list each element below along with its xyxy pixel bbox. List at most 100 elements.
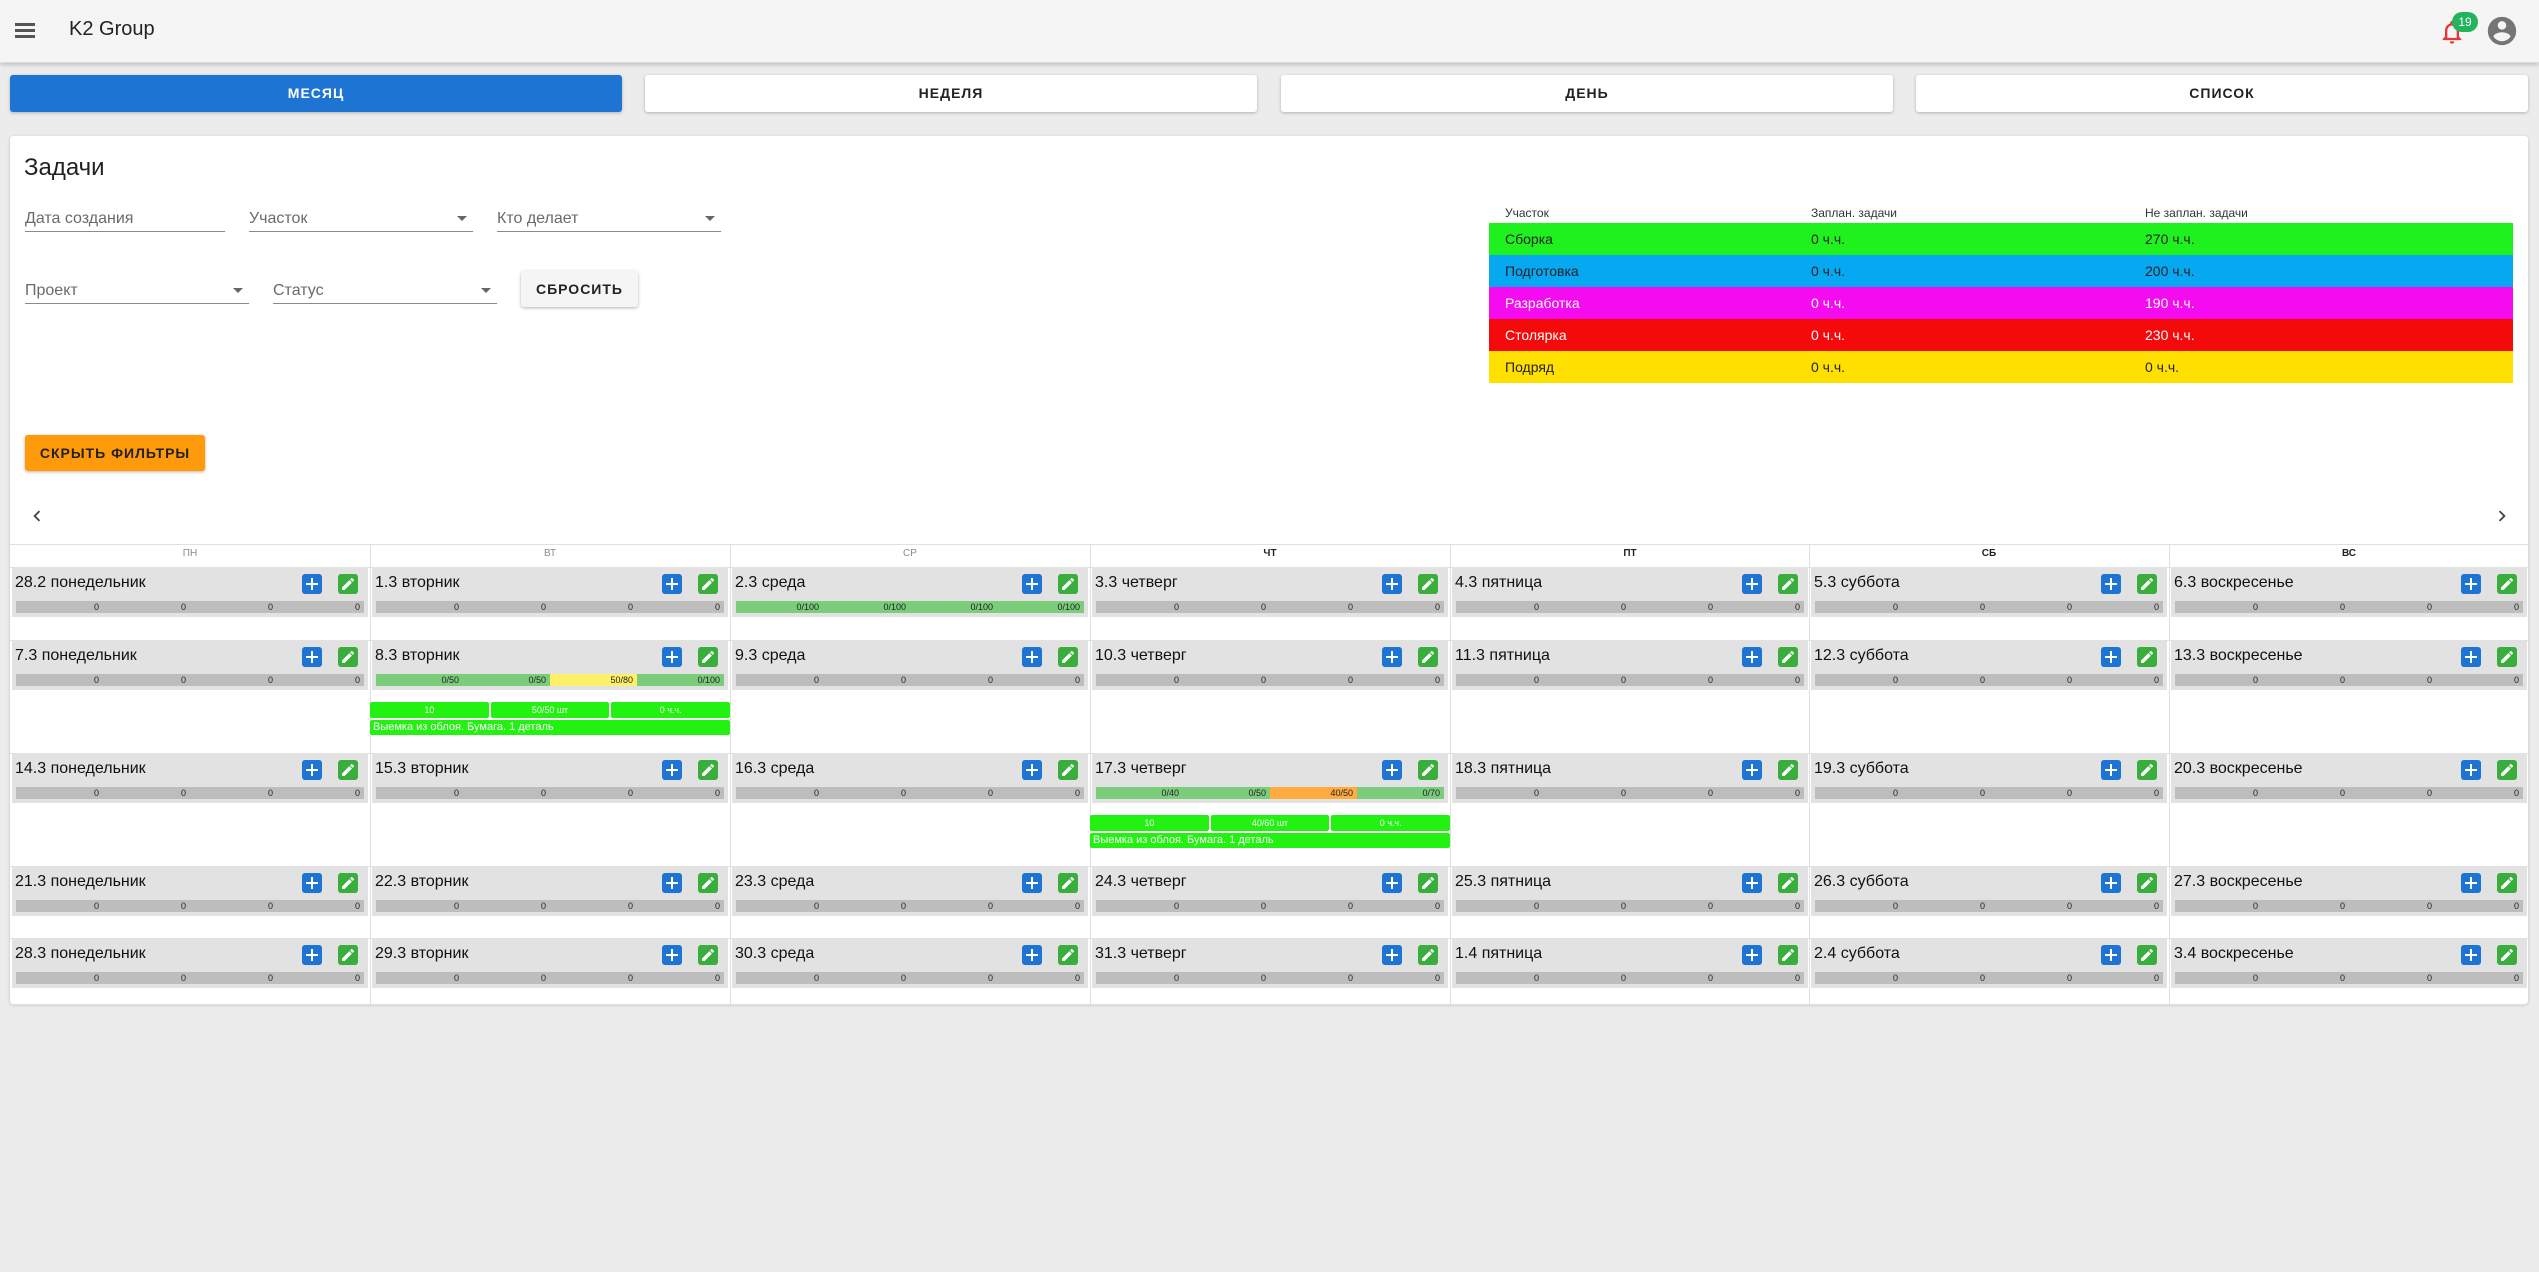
capacity-segment: 0 bbox=[1989, 900, 2076, 912]
add-task-button[interactable] bbox=[1382, 760, 1402, 780]
edit-day-button[interactable] bbox=[1778, 760, 1798, 780]
edit-day-button[interactable] bbox=[338, 647, 358, 667]
section-select[interactable]: Участок bbox=[249, 202, 473, 232]
hide-filters-button[interactable]: СКРЫТЬ ФИЛЬТРЫ bbox=[25, 435, 205, 471]
tab-week[interactable]: НЕДЕЛЯ bbox=[645, 75, 1257, 112]
edit-day-button[interactable] bbox=[698, 574, 718, 594]
grid-line bbox=[10, 544, 2528, 545]
edit-day-button[interactable] bbox=[2497, 647, 2517, 667]
edit-day-button[interactable] bbox=[1418, 574, 1438, 594]
add-task-button[interactable] bbox=[1742, 574, 1762, 594]
add-task-button[interactable] bbox=[1022, 574, 1042, 594]
edit-day-button[interactable] bbox=[2137, 574, 2157, 594]
edit-day-button[interactable] bbox=[1058, 574, 1078, 594]
add-task-button[interactable] bbox=[1742, 760, 1762, 780]
add-task-button[interactable] bbox=[662, 647, 682, 667]
edit-day-button[interactable] bbox=[1418, 760, 1438, 780]
add-task-button[interactable] bbox=[1742, 647, 1762, 667]
day-cell: 24.3 четверг 0 0 0 0 bbox=[1092, 866, 1448, 916]
edit-day-button[interactable] bbox=[338, 873, 358, 893]
pencil-icon bbox=[342, 876, 355, 889]
task-card[interactable]: 10 50/50 шт 0 ч.ч. Выемка из облоя. Бумага.… bbox=[370, 702, 731, 736]
capacity-segment: 0 bbox=[2262, 972, 2349, 984]
edit-day-button[interactable] bbox=[698, 873, 718, 893]
edit-day-button[interactable] bbox=[2137, 873, 2157, 893]
add-task-button[interactable] bbox=[2461, 760, 2481, 780]
edit-day-button[interactable] bbox=[1058, 647, 1078, 667]
edit-day-button[interactable] bbox=[1058, 945, 1078, 965]
add-task-button[interactable] bbox=[1742, 945, 1762, 965]
add-task-button[interactable] bbox=[1382, 873, 1402, 893]
add-task-button[interactable] bbox=[2101, 873, 2121, 893]
add-task-button[interactable] bbox=[302, 945, 322, 965]
add-task-button[interactable] bbox=[1382, 647, 1402, 667]
tab-day[interactable]: ДЕНЬ bbox=[1281, 75, 1893, 112]
task-card[interactable]: 10 40/60 шт 0 ч.ч. Выемка из облоя. Бумага.… bbox=[1090, 815, 1451, 849]
plus-icon bbox=[1026, 651, 1038, 663]
add-task-button[interactable] bbox=[2461, 945, 2481, 965]
created-date-field[interactable]: Дата создания bbox=[25, 202, 225, 232]
plus-icon bbox=[666, 651, 678, 663]
edit-day-button[interactable] bbox=[338, 760, 358, 780]
add-task-button[interactable] bbox=[1382, 945, 1402, 965]
edit-day-button[interactable] bbox=[2137, 760, 2157, 780]
tab-list[interactable]: СПИСОК bbox=[1916, 75, 2528, 112]
add-task-button[interactable] bbox=[2461, 574, 2481, 594]
menu-icon[interactable] bbox=[14, 20, 36, 42]
add-task-button[interactable] bbox=[302, 647, 322, 667]
edit-day-button[interactable] bbox=[338, 945, 358, 965]
edit-day-button[interactable] bbox=[2497, 574, 2517, 594]
edit-day-button[interactable] bbox=[2137, 945, 2157, 965]
edit-day-button[interactable] bbox=[1058, 873, 1078, 893]
add-task-button[interactable] bbox=[1022, 873, 1042, 893]
add-task-button[interactable] bbox=[2461, 647, 2481, 667]
capacity-segment: 0 bbox=[2349, 787, 2436, 799]
add-task-button[interactable] bbox=[2101, 945, 2121, 965]
edit-day-button[interactable] bbox=[698, 760, 718, 780]
edit-day-button[interactable] bbox=[1778, 647, 1798, 667]
edit-day-button[interactable] bbox=[2497, 873, 2517, 893]
tab-month[interactable]: МЕСЯЦ bbox=[10, 75, 622, 112]
day-label: 17.3 четверг bbox=[1095, 760, 1187, 777]
capacity-bar: 0000 bbox=[1096, 900, 1444, 912]
add-task-button[interactable] bbox=[1742, 873, 1762, 893]
add-task-button[interactable] bbox=[302, 760, 322, 780]
add-task-button[interactable] bbox=[2461, 873, 2481, 893]
edit-day-button[interactable] bbox=[1778, 945, 1798, 965]
add-task-button[interactable] bbox=[2101, 760, 2121, 780]
edit-day-button[interactable] bbox=[2497, 760, 2517, 780]
add-task-button[interactable] bbox=[2101, 647, 2121, 667]
add-task-button[interactable] bbox=[662, 873, 682, 893]
add-task-button[interactable] bbox=[1022, 760, 1042, 780]
project-select[interactable]: Проект bbox=[25, 274, 249, 304]
status-select[interactable]: Статус bbox=[273, 274, 497, 304]
edit-day-button[interactable] bbox=[2137, 647, 2157, 667]
add-task-button[interactable] bbox=[302, 873, 322, 893]
edit-day-button[interactable] bbox=[1778, 574, 1798, 594]
capacity-bar: 0000 bbox=[1456, 601, 1804, 613]
add-task-button[interactable] bbox=[1022, 647, 1042, 667]
capacity-segment: 0 bbox=[2076, 900, 2163, 912]
add-task-button[interactable] bbox=[662, 760, 682, 780]
chevron-right-icon[interactable] bbox=[2491, 505, 2513, 527]
edit-day-button[interactable] bbox=[1778, 873, 1798, 893]
edit-day-button[interactable] bbox=[1418, 647, 1438, 667]
add-task-button[interactable] bbox=[2101, 574, 2121, 594]
edit-day-button[interactable] bbox=[698, 647, 718, 667]
add-task-button[interactable] bbox=[1382, 574, 1402, 594]
add-task-button[interactable] bbox=[662, 574, 682, 594]
edit-day-button[interactable] bbox=[338, 574, 358, 594]
account-icon[interactable] bbox=[2485, 14, 2519, 48]
add-task-button[interactable] bbox=[1022, 945, 1042, 965]
reset-button[interactable]: СБРОСИТЬ bbox=[521, 271, 638, 307]
edit-day-button[interactable] bbox=[1058, 760, 1078, 780]
edit-day-button[interactable] bbox=[1418, 873, 1438, 893]
edit-day-button[interactable] bbox=[1418, 945, 1438, 965]
chevron-left-icon[interactable] bbox=[26, 505, 48, 527]
assignee-select[interactable]: Кто делает bbox=[497, 202, 721, 232]
edit-day-button[interactable] bbox=[2497, 945, 2517, 965]
capacity-segment: 0 bbox=[2076, 972, 2163, 984]
edit-day-button[interactable] bbox=[698, 945, 718, 965]
add-task-button[interactable] bbox=[302, 574, 322, 594]
add-task-button[interactable] bbox=[662, 945, 682, 965]
